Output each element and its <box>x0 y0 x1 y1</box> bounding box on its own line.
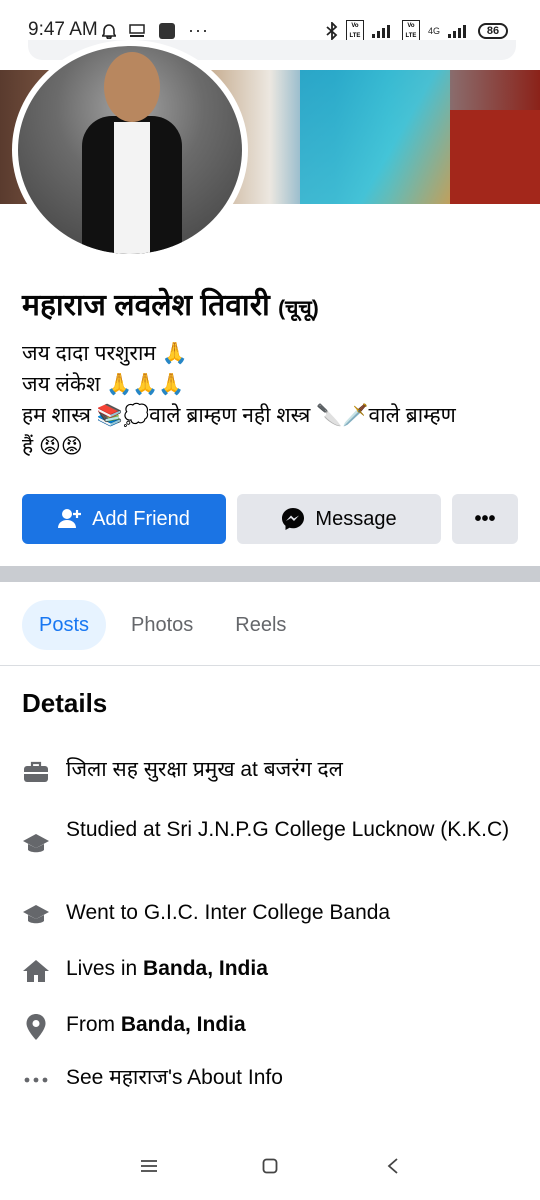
profile-name: महाराज लवलेश तिवारी (चूचू) <box>22 283 319 324</box>
add-friend-icon <box>58 509 82 528</box>
message-button[interactable]: Message <box>237 494 441 544</box>
square-notification-icon <box>159 22 175 39</box>
status-left-icons: ··· <box>102 20 209 41</box>
detail-work-text: जिला सह सुरक्षा प्रमुख at बजरंग दल <box>66 758 343 781</box>
volte-icon-2: Vo LTE <box>401 20 420 42</box>
tabs-divider <box>0 665 540 666</box>
messenger-icon <box>282 508 305 530</box>
detail-education-1: Studied at Sri J.N.P.G College Lucknow (… <box>22 816 522 858</box>
status-right-icons: Vo LTE Vo LTE 4G 86 <box>326 20 508 42</box>
volte-icon: Vo LTE <box>345 20 364 42</box>
signal-icon <box>371 25 390 38</box>
app-notification-icon <box>129 23 145 37</box>
bio-line: हम शास्त्र 📚💭वाले ब्राम्हण नही शस्त्र 🔪🗡… <box>22 404 456 427</box>
avatar-figure-shirt <box>114 122 150 254</box>
graduation-cap-icon <box>23 905 49 924</box>
more-notifications-icon: ··· <box>188 20 209 40</box>
profile-tabs: Posts Photos Reels <box>22 600 303 650</box>
battery-icon: 86 <box>478 23 508 39</box>
detail-lives-place[interactable]: Banda, India <box>143 957 268 980</box>
system-nav-bar <box>0 1138 540 1200</box>
more-options-icon: ••• <box>474 507 496 530</box>
detail-from-prefix: From <box>66 1013 121 1036</box>
tab-posts[interactable]: Posts <box>22 600 107 650</box>
more-options-button[interactable]: ••• <box>452 494 518 544</box>
detail-education-2-text: Went to G.I.C. Inter College Banda <box>66 901 391 924</box>
bio-line: जय लंकेश 🙏🙏🙏 <box>22 373 185 396</box>
detail-from-place[interactable]: Banda, India <box>121 1013 246 1036</box>
section-divider <box>0 566 540 582</box>
add-friend-button[interactable]: Add Friend <box>22 494 226 544</box>
menu-icon[interactable] <box>140 1158 158 1174</box>
profile-name-text: महाराज लवलेश तिवारी <box>22 289 270 322</box>
home-icon <box>23 960 49 982</box>
tab-reels[interactable]: Reels <box>218 600 303 650</box>
status-time: 9:47 AM <box>28 19 98 40</box>
home-button-icon[interactable] <box>262 1158 278 1174</box>
cover-decoration <box>300 70 450 204</box>
detail-from-text: From Banda, India <box>66 1011 246 1039</box>
back-icon[interactable] <box>386 1158 400 1174</box>
detail-lives-prefix: Lives in <box>66 957 144 980</box>
network-type: 4G <box>427 26 440 36</box>
detail-education-2: Went to G.I.C. Inter College Banda <box>22 899 522 929</box>
graduation-cap-icon <box>23 834 49 853</box>
see-about-info-link[interactable]: See महाराज's About Info <box>66 1064 283 1092</box>
signal-icon-2 <box>448 25 466 38</box>
avatar-figure-head <box>104 52 160 122</box>
details-title: Details <box>22 688 108 718</box>
profile-nickname: (चूचू) <box>278 297 319 320</box>
bluetooth-icon <box>326 22 338 40</box>
profile-bio: जय दादा परशुराम 🙏 जय लंकेश 🙏🙏🙏 हम शास्त्… <box>22 338 522 462</box>
bio-line: जय दादा परशुराम 🙏 <box>22 342 188 365</box>
tab-photos[interactable]: Photos <box>114 600 210 650</box>
detail-education-1-text: Studied at Sri J.N.P.G College Lucknow (… <box>66 818 510 841</box>
detail-work: जिला सह सुरक्षा प्रमुख at बजरंग दल <box>22 756 522 786</box>
location-pin-icon <box>26 1014 46 1040</box>
briefcase-icon <box>24 761 48 782</box>
alarm-icon <box>102 23 116 39</box>
more-dots-icon <box>24 1077 48 1083</box>
message-label: Message <box>315 507 397 530</box>
detail-lives: Lives in Banda, India <box>22 955 522 985</box>
detail-lives-text: Lives in Banda, India <box>66 955 268 983</box>
profile-avatar[interactable] <box>12 40 248 260</box>
detail-from: From Banda, India <box>22 1011 522 1041</box>
avatar-photo <box>18 46 242 254</box>
add-friend-label: Add Friend <box>92 507 190 530</box>
cover-decoration-2 <box>450 110 540 204</box>
bio-line: हैं 😡😡 <box>22 435 83 458</box>
detail-about[interactable]: See महाराज's About Info <box>22 1064 522 1094</box>
